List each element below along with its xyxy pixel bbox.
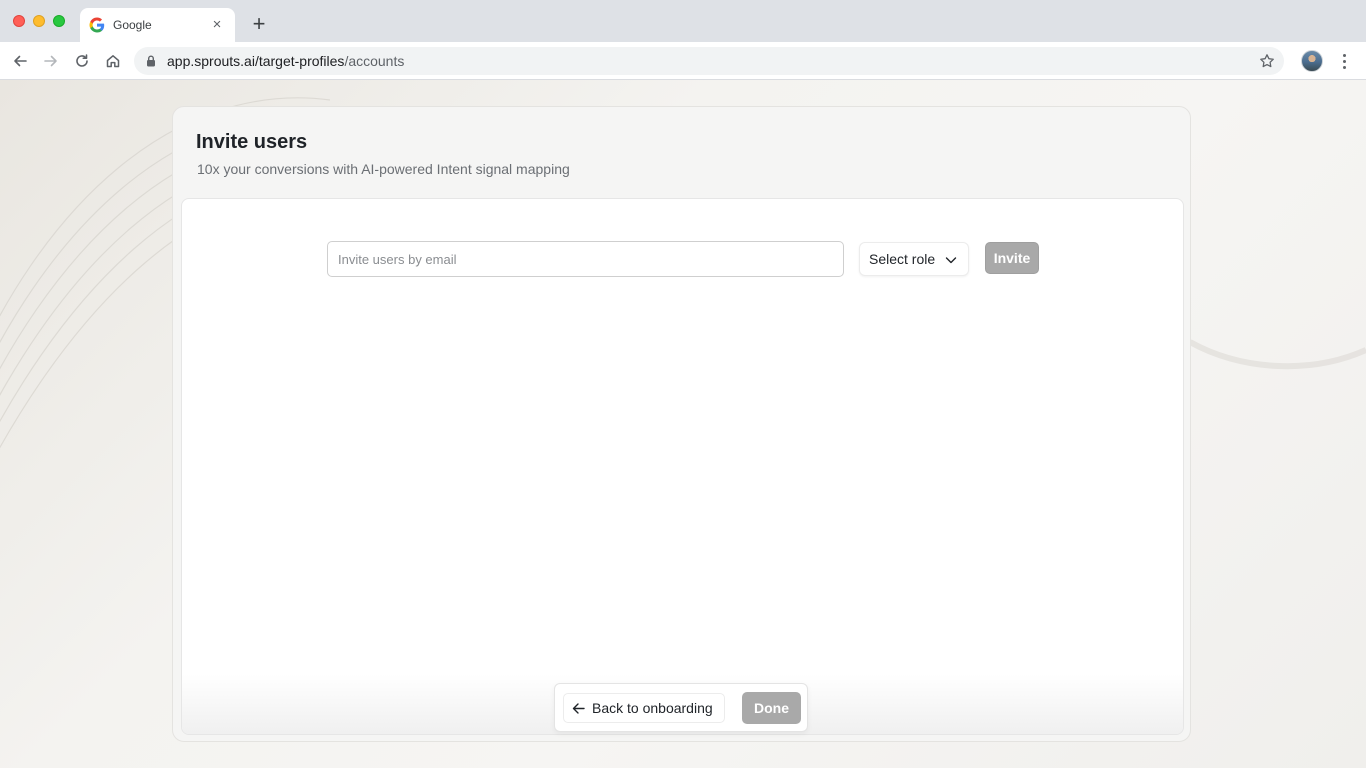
invite-button[interactable]: Invite xyxy=(985,242,1039,274)
invite-form-panel: Select role Invite xyxy=(181,198,1184,735)
star-icon[interactable] xyxy=(1259,53,1275,69)
kebab-menu-icon[interactable] xyxy=(1336,51,1352,71)
arrow-right-icon[interactable] xyxy=(41,51,61,71)
address-bar[interactable]: app.sprouts.ai/target-profiles/accounts xyxy=(134,47,1284,75)
invite-users-card: Invite users 10x your conversions with A… xyxy=(172,106,1191,742)
role-select-label: Select role xyxy=(869,251,936,267)
arrow-left-icon xyxy=(572,702,585,714)
page-subtitle: 10x your conversions with AI-powered Int… xyxy=(197,161,570,177)
lock-icon[interactable] xyxy=(144,54,158,68)
arrow-left-icon[interactable] xyxy=(10,51,30,71)
url-text: app.sprouts.ai/target-profiles/accounts xyxy=(167,53,404,69)
browser-toolbar: app.sprouts.ai/target-profiles/accounts xyxy=(0,42,1366,80)
browser-tab-bar: Google × + xyxy=(0,0,1366,42)
back-to-onboarding-button[interactable]: Back to onboarding xyxy=(563,693,725,723)
footer-action-bar: Back to onboarding Done xyxy=(554,683,808,732)
chevron-down-icon xyxy=(945,257,957,264)
profile-avatar[interactable] xyxy=(1301,50,1323,72)
reload-icon[interactable] xyxy=(72,51,92,71)
new-tab-icon[interactable]: + xyxy=(248,13,270,35)
tab-title: Google xyxy=(113,18,152,32)
home-icon[interactable] xyxy=(103,51,123,71)
google-icon xyxy=(89,17,105,33)
url-host: app.sprouts.ai/target-profiles xyxy=(167,53,345,69)
done-button[interactable]: Done xyxy=(742,692,801,724)
close-tab-icon[interactable]: × xyxy=(209,17,225,33)
browser-tab[interactable]: Google × xyxy=(80,8,235,42)
close-window-button[interactable] xyxy=(13,15,25,27)
maximize-window-button[interactable] xyxy=(53,15,65,27)
minimize-window-button[interactable] xyxy=(33,15,45,27)
url-path: /accounts xyxy=(344,53,405,69)
role-select[interactable]: Select role xyxy=(859,242,969,276)
page-title: Invite users xyxy=(196,131,308,153)
page-background: Invite users 10x your conversions with A… xyxy=(0,80,1366,768)
invite-email-input[interactable] xyxy=(327,241,844,277)
back-button-label: Back to onboarding xyxy=(592,700,713,716)
